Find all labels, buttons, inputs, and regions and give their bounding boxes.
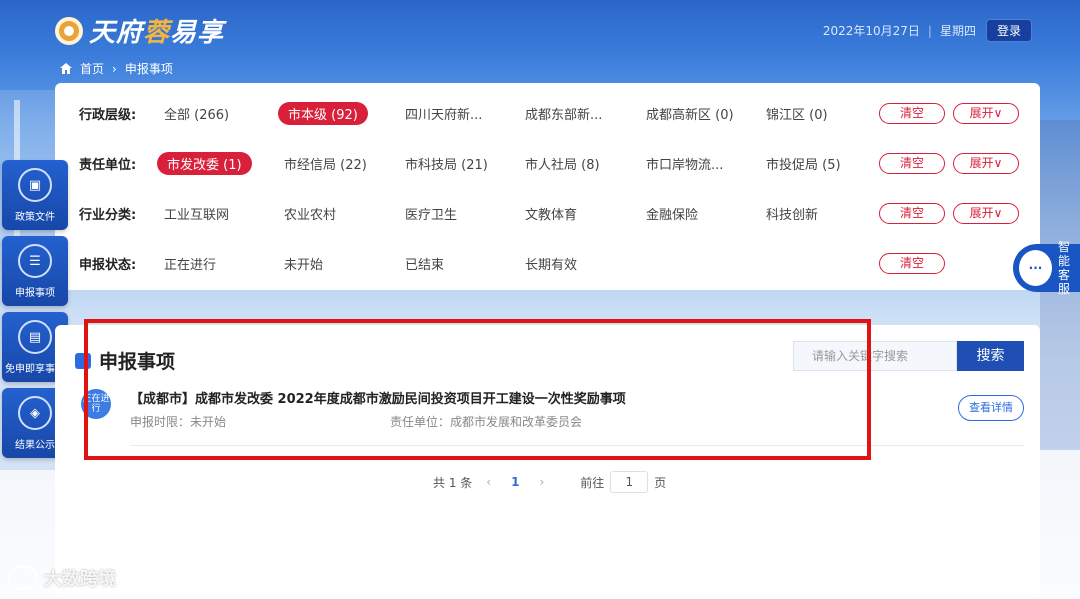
current-page[interactable]: 1 [511,475,519,489]
item-deadline: 申报时限：未开始 [130,415,227,429]
filter-row-industry: 行业分类: 工业互联网 农业农村 医疗卫生 文教体育 金融保险 科技创新 清空 … [55,197,1040,229]
side-nav-apply[interactable]: ☰ 申报事项 [2,236,68,306]
filter-option[interactable]: 医疗卫生 [405,204,457,223]
view-detail-button[interactable]: 查看详情 [958,395,1024,421]
weekday-text: 星期四 [939,24,976,38]
filter-option[interactable]: 市科技局 (21) [405,154,488,173]
divider [130,445,1024,446]
filter-row-unit: 责任单位: 市发改委 (1) 市经信局 (22) 市科技局 (21) 市人社局 … [55,147,1040,179]
header: 天府蓉易享 2022年10月27日 | 星期四 登录 [0,0,1080,58]
list-icon: ☰ [18,244,52,278]
clear-button[interactable]: 清空 [879,252,945,274]
smart-service-button[interactable]: ··· 智能 客服 [1013,240,1080,296]
home-icon[interactable] [60,63,72,74]
filter-option[interactable]: 金融保险 [646,204,698,223]
service-label: 智能 客服 [1057,240,1070,296]
filter-option[interactable]: 科技创新 [766,204,818,223]
item-title[interactable]: 【成都市】成都市发改委 2022年度成都市激励民间投资项目开工建设一次性奖励事项 [130,388,626,407]
filter-option[interactable]: 农业农村 [284,204,336,223]
list-title-icon [75,352,91,369]
side-nav-label: 政策文件 [15,212,55,223]
filter-option[interactable]: 市投促局 (5) [766,154,841,173]
expand-button[interactable]: 展开∨ [953,102,1019,124]
watermark-text: 大数跨境 [44,569,116,590]
side-nav-label: 结果公示 [15,440,55,451]
goto-label: 前往 [580,475,605,490]
status-badge: 正在进行 [81,389,111,419]
filter-panel: 行政层级: 全部 (266) 市本级 (92) 四川天府新... 成都东部新..… [55,83,1040,290]
filter-option[interactable]: 成都高新区 (0) [646,104,734,123]
filter-option[interactable]: 市经信局 (22) [284,154,367,173]
side-nav-policy[interactable]: ▣ 政策文件 [2,160,68,230]
filter-option[interactable]: 四川天府新... [405,104,482,123]
watermark-logo-icon [8,566,38,590]
login-button[interactable]: 登录 [985,19,1032,42]
list-title-bar: 申报事项 [75,347,175,374]
item-unit: 责任单位：成都市发展和改革委员会 [390,415,583,429]
filter-option[interactable]: 锦江区 (0) [766,104,828,123]
chat-icon: ··· [1019,250,1052,286]
filter-option[interactable]: 市人社局 (8) [525,154,600,173]
filter-label: 责任单位: [79,157,137,173]
total-count: 共 1 条 [433,475,473,490]
list-panel: 申报事项 请输入关键字搜索 搜索 正在进行 【成都市】成都市发改委 2022年度… [55,325,1040,595]
clear-button[interactable]: 清空 [879,102,945,124]
separator: | [927,23,932,38]
filter-option[interactable]: 全部 (266) [164,104,229,123]
filter-option-active[interactable]: 市发改委 (1) [157,151,252,175]
filter-label: 行业分类: [79,207,137,223]
filter-option[interactable]: 已结束 [405,254,444,273]
clear-button[interactable]: 清空 [879,152,945,174]
breadcrumb-home[interactable]: 首页 [80,60,104,77]
filter-option[interactable]: 市口岸物流... [646,154,723,173]
filter-label: 申报状态: [79,257,137,273]
clear-button[interactable]: 清空 [879,202,945,224]
filter-option[interactable]: 正在进行 [164,254,216,273]
watermark: 大数跨境 [8,565,116,591]
pagination: 共 1 条 ‹ 1 › 前往 1 页 [433,471,666,493]
expand-button[interactable]: 展开∨ [953,202,1019,224]
list-title: 申报事项 [99,351,176,373]
logo[interactable]: 天府蓉易享 [55,12,224,49]
chevron-right-icon: › [112,61,117,76]
filter-option[interactable]: 工业互联网 [164,204,229,223]
page-suffix: 页 [654,475,667,490]
filter-option[interactable]: 成都东部新... [525,104,602,123]
breadcrumb: 首页 › 申报事项 [60,60,173,77]
filter-label: 行政层级: [79,107,137,123]
gift-icon: ▤ [18,320,52,354]
date-text: 2022年10月27日 [822,24,920,38]
filter-row-level: 行政层级: 全部 (266) 市本级 (92) 四川天府新... 成都东部新..… [55,97,1040,129]
filter-row-status: 申报状态: 正在进行 未开始 已结束 长期有效 清空 [55,247,1040,279]
prev-page-button[interactable]: ‹ [486,475,491,489]
header-right: 2022年10月27日 | 星期四 登录 [823,19,1032,42]
announce-icon: ◈ [18,396,52,430]
side-nav-label: 申报事项 [15,288,55,299]
expand-button[interactable]: 展开∨ [953,152,1019,174]
filter-option[interactable]: 文教体育 [525,204,577,223]
search-input[interactable]: 请输入关键字搜索 [793,341,957,371]
logo-text: 天府蓉易享 [89,18,225,48]
search-button[interactable]: 搜索 [957,341,1024,371]
next-page-button[interactable]: › [539,475,544,489]
page-number-input[interactable]: 1 [610,471,649,493]
filter-option-active[interactable]: 市本级 (92) [278,101,368,125]
filter-option[interactable]: 长期有效 [525,254,577,273]
document-icon: ▣ [18,168,52,202]
logo-sun-icon [55,16,83,45]
filter-option[interactable]: 未开始 [284,254,323,273]
breadcrumb-current: 申报事项 [124,62,173,76]
